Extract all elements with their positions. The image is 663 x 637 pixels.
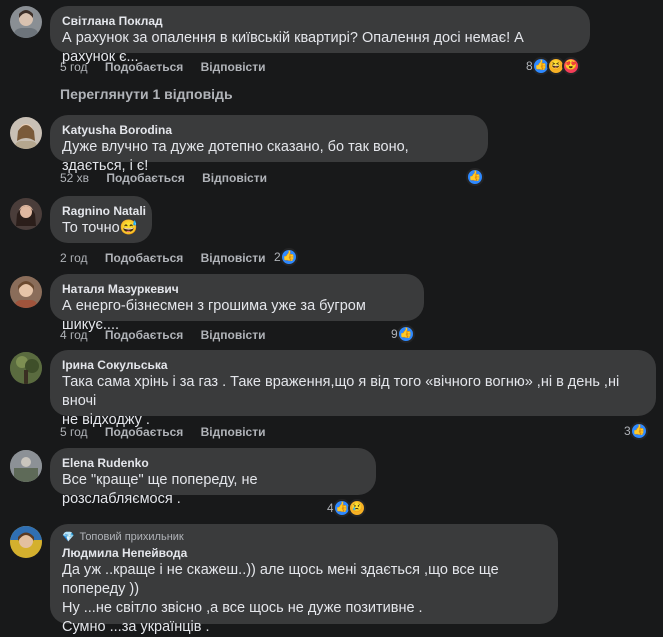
comment-bubble: Наталя Мазуркевич А енерго-бізнесмен з г… [50, 274, 424, 333]
comment-actions: 52 хв Подобається Відповісти [60, 171, 281, 185]
avatar[interactable] [10, 117, 42, 149]
comment-time[interactable]: 2 год [60, 251, 88, 265]
reply-button[interactable]: Відповісти [201, 328, 266, 342]
reply-button[interactable]: Відповісти [201, 425, 266, 439]
reaction-summary[interactable]: 8 👍 😆 😍 [526, 57, 580, 75]
comment-bubble: 💎 Топовий прихильник Людмила Непейвода Д… [50, 524, 558, 635]
comment-bubble: Elena Rudenko Все "краще" ще попереду, н… [50, 448, 376, 507]
comment-author[interactable]: Світлана Поклад [62, 13, 578, 29]
avatar[interactable] [10, 352, 42, 384]
comment-bubble: Світлана Поклад А рахунок за опалення в … [50, 6, 590, 65]
comment-author[interactable]: Katyusha Borodina [62, 122, 476, 138]
comment-author[interactable]: Наталя Мазуркевич [62, 281, 412, 297]
reaction-summary[interactable]: 4 👍 😢 [327, 499, 366, 517]
comment-time[interactable]: 5 год [60, 60, 88, 74]
comment-bubble: Ragnino Natali То точно😅 [50, 196, 152, 243]
comment-time[interactable]: 5 год [60, 425, 88, 439]
reply-button[interactable]: Відповісти [201, 60, 266, 74]
comment-bubble: Katyusha Borodina Дуже влучно та дуже до… [50, 115, 488, 174]
comment-bubble: Ірина Сокульська Така сама хрінь і за га… [50, 350, 656, 428]
reply-button[interactable]: Відповісти [202, 171, 267, 185]
comment-text: Все "краще" ще попереду, не розслабляємо… [62, 472, 258, 507]
badge-label: Топовий прихильник [79, 531, 184, 543]
reaction-summary[interactable]: 👍 [466, 168, 484, 186]
comment-text: Да уж ..краще і не скажеш..)) але щось м… [62, 562, 499, 635]
sad-icon: 😢 [347, 499, 366, 517]
avatar[interactable] [10, 276, 42, 308]
avatar[interactable] [10, 6, 42, 38]
avatar[interactable] [10, 198, 42, 230]
like-button[interactable]: Подобається [105, 60, 183, 74]
comment-actions: 2 год Подобається Відповісти [60, 251, 279, 265]
like-button[interactable]: Подобається [106, 171, 184, 185]
like-button[interactable]: Подобається [105, 328, 183, 342]
comment-actions: 5 год Подобається Відповісти [60, 60, 279, 74]
like-icon: 👍 [629, 422, 648, 440]
comment-actions: 5 год Подобається Відповісти [60, 425, 279, 439]
comment-author[interactable]: Людмила Непейвода [62, 545, 546, 561]
love-icon: 😍 [561, 57, 580, 75]
comment-author[interactable]: Elena Rudenko [62, 455, 364, 471]
comment-text: То точно😅 [62, 220, 138, 236]
comment-author[interactable]: Ragnino Natali [62, 203, 146, 219]
view-replies-link[interactable]: Переглянути 1 відповідь [60, 86, 233, 102]
comment-time[interactable]: 4 год [60, 328, 88, 342]
reaction-summary[interactable]: 3 👍 [624, 422, 648, 440]
like-icon: 👍 [396, 325, 415, 343]
like-icon: 👍 [466, 168, 484, 186]
comment-time[interactable]: 52 хв [60, 171, 89, 185]
like-icon: 👍 [279, 248, 298, 266]
reply-button[interactable]: Відповісти [201, 251, 266, 265]
reaction-summary[interactable]: 9 👍 [391, 325, 415, 343]
avatar[interactable] [10, 450, 42, 482]
like-button[interactable]: Подобається [105, 425, 183, 439]
comment-author[interactable]: Ірина Сокульська [62, 357, 644, 373]
reaction-summary[interactable]: 2 👍 [274, 248, 298, 266]
diamond-icon: 💎 [62, 531, 75, 543]
comment-text: Така сама хрінь і за газ . Таке враження… [62, 374, 620, 428]
comment-actions: 4 год Подобається Відповісти [60, 328, 279, 342]
top-fan-badge: 💎 Топовий прихильник [62, 531, 546, 543]
like-button[interactable]: Подобається [105, 251, 183, 265]
avatar[interactable] [10, 526, 42, 558]
